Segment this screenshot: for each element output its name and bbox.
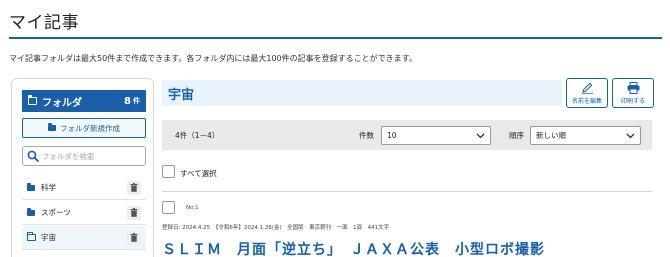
printer-icon <box>627 81 639 94</box>
rename-label: 名前を編集 <box>571 97 602 105</box>
select-all-checkbox[interactable] <box>162 165 175 178</box>
sidebar-item-sports[interactable]: スポーツ <box>22 201 146 225</box>
new-folder-label: フォルダ新規作成 <box>60 123 120 133</box>
sort-label: 順序 <box>509 131 524 140</box>
folder-icon <box>27 182 35 191</box>
print-button[interactable]: 印刷する <box>612 78 654 108</box>
pencil-icon <box>581 82 593 94</box>
per-page-label: 件数 <box>359 131 374 140</box>
list-divider <box>162 191 652 192</box>
folder-list-header: フォルダ 8 件 <box>22 90 146 112</box>
sort-select[interactable]: 新しい順 <box>530 126 641 145</box>
folder-search-box[interactable] <box>22 146 146 166</box>
sidebar-item-science[interactable]: 科学 <box>22 176 146 200</box>
sidebar-item-label: スポーツ <box>41 208 71 217</box>
article-checkbox[interactable] <box>162 201 175 214</box>
trash-icon <box>130 183 138 192</box>
chevron-down-icon <box>476 133 485 138</box>
folder-count: 8 <box>124 95 131 107</box>
title-divider <box>9 37 662 39</box>
select-all-label: すべて選択 <box>180 169 217 178</box>
result-count: 4件（1－4） <box>175 131 220 140</box>
article-number: No.1 <box>186 205 199 211</box>
sidebar-item-label: 宇宙 <box>41 233 56 242</box>
page-title: マイ記事 <box>9 13 79 33</box>
search-icon <box>27 150 39 162</box>
sidebar-item-label: 科学 <box>41 183 56 192</box>
sort-value: 新しい順 <box>536 131 566 140</box>
new-folder-button[interactable]: フォルダ新規作成 <box>22 118 146 138</box>
folder-title-bar: 宇宙 <box>162 80 562 106</box>
print-label: 印刷する <box>620 97 645 105</box>
sidebar-item-space[interactable]: 宇宙 <box>22 226 146 250</box>
folder-search-input[interactable] <box>41 151 141 161</box>
per-page-value: 10 <box>387 131 397 140</box>
folder-title: 宇宙 <box>168 87 195 103</box>
folder-icon <box>28 95 37 105</box>
rename-button[interactable]: 名前を編集 <box>566 78 608 108</box>
page-description: マイ記事フォルダは最大50件まで作成できます。各フォルダ内には最大100件の記事… <box>9 54 417 63</box>
folder-count-unit: 件 <box>133 97 140 105</box>
folder-icon <box>48 123 56 131</box>
delete-folder-button[interactable] <box>127 180 141 195</box>
folder-icon <box>27 207 35 216</box>
article-headline-link[interactable]: ＳＬＩＭ 月面「逆立ち」 ＪＡＸＡ公表 小型ロボ撮影 <box>162 239 545 257</box>
delete-folder-button[interactable] <box>127 230 141 245</box>
per-page-select[interactable]: 10 <box>381 126 491 145</box>
folder-header-label: フォルダ <box>42 97 82 109</box>
article-meta: 登録日: 2024.4.25 【令和6年】2024.1.26(金) 全国版 東京… <box>162 225 390 231</box>
chevron-down-icon <box>626 133 635 138</box>
folder-sidebar: フォルダ 8 件 フォルダ新規作成 科学 スポーツ 宇宙 <box>11 78 154 257</box>
folder-open-icon <box>27 232 36 241</box>
trash-icon <box>130 233 138 242</box>
filter-bar: 4件（1－4） 件数 10 順序 新しい順 <box>162 120 652 150</box>
trash-icon <box>130 208 138 217</box>
delete-folder-button[interactable] <box>127 205 141 220</box>
